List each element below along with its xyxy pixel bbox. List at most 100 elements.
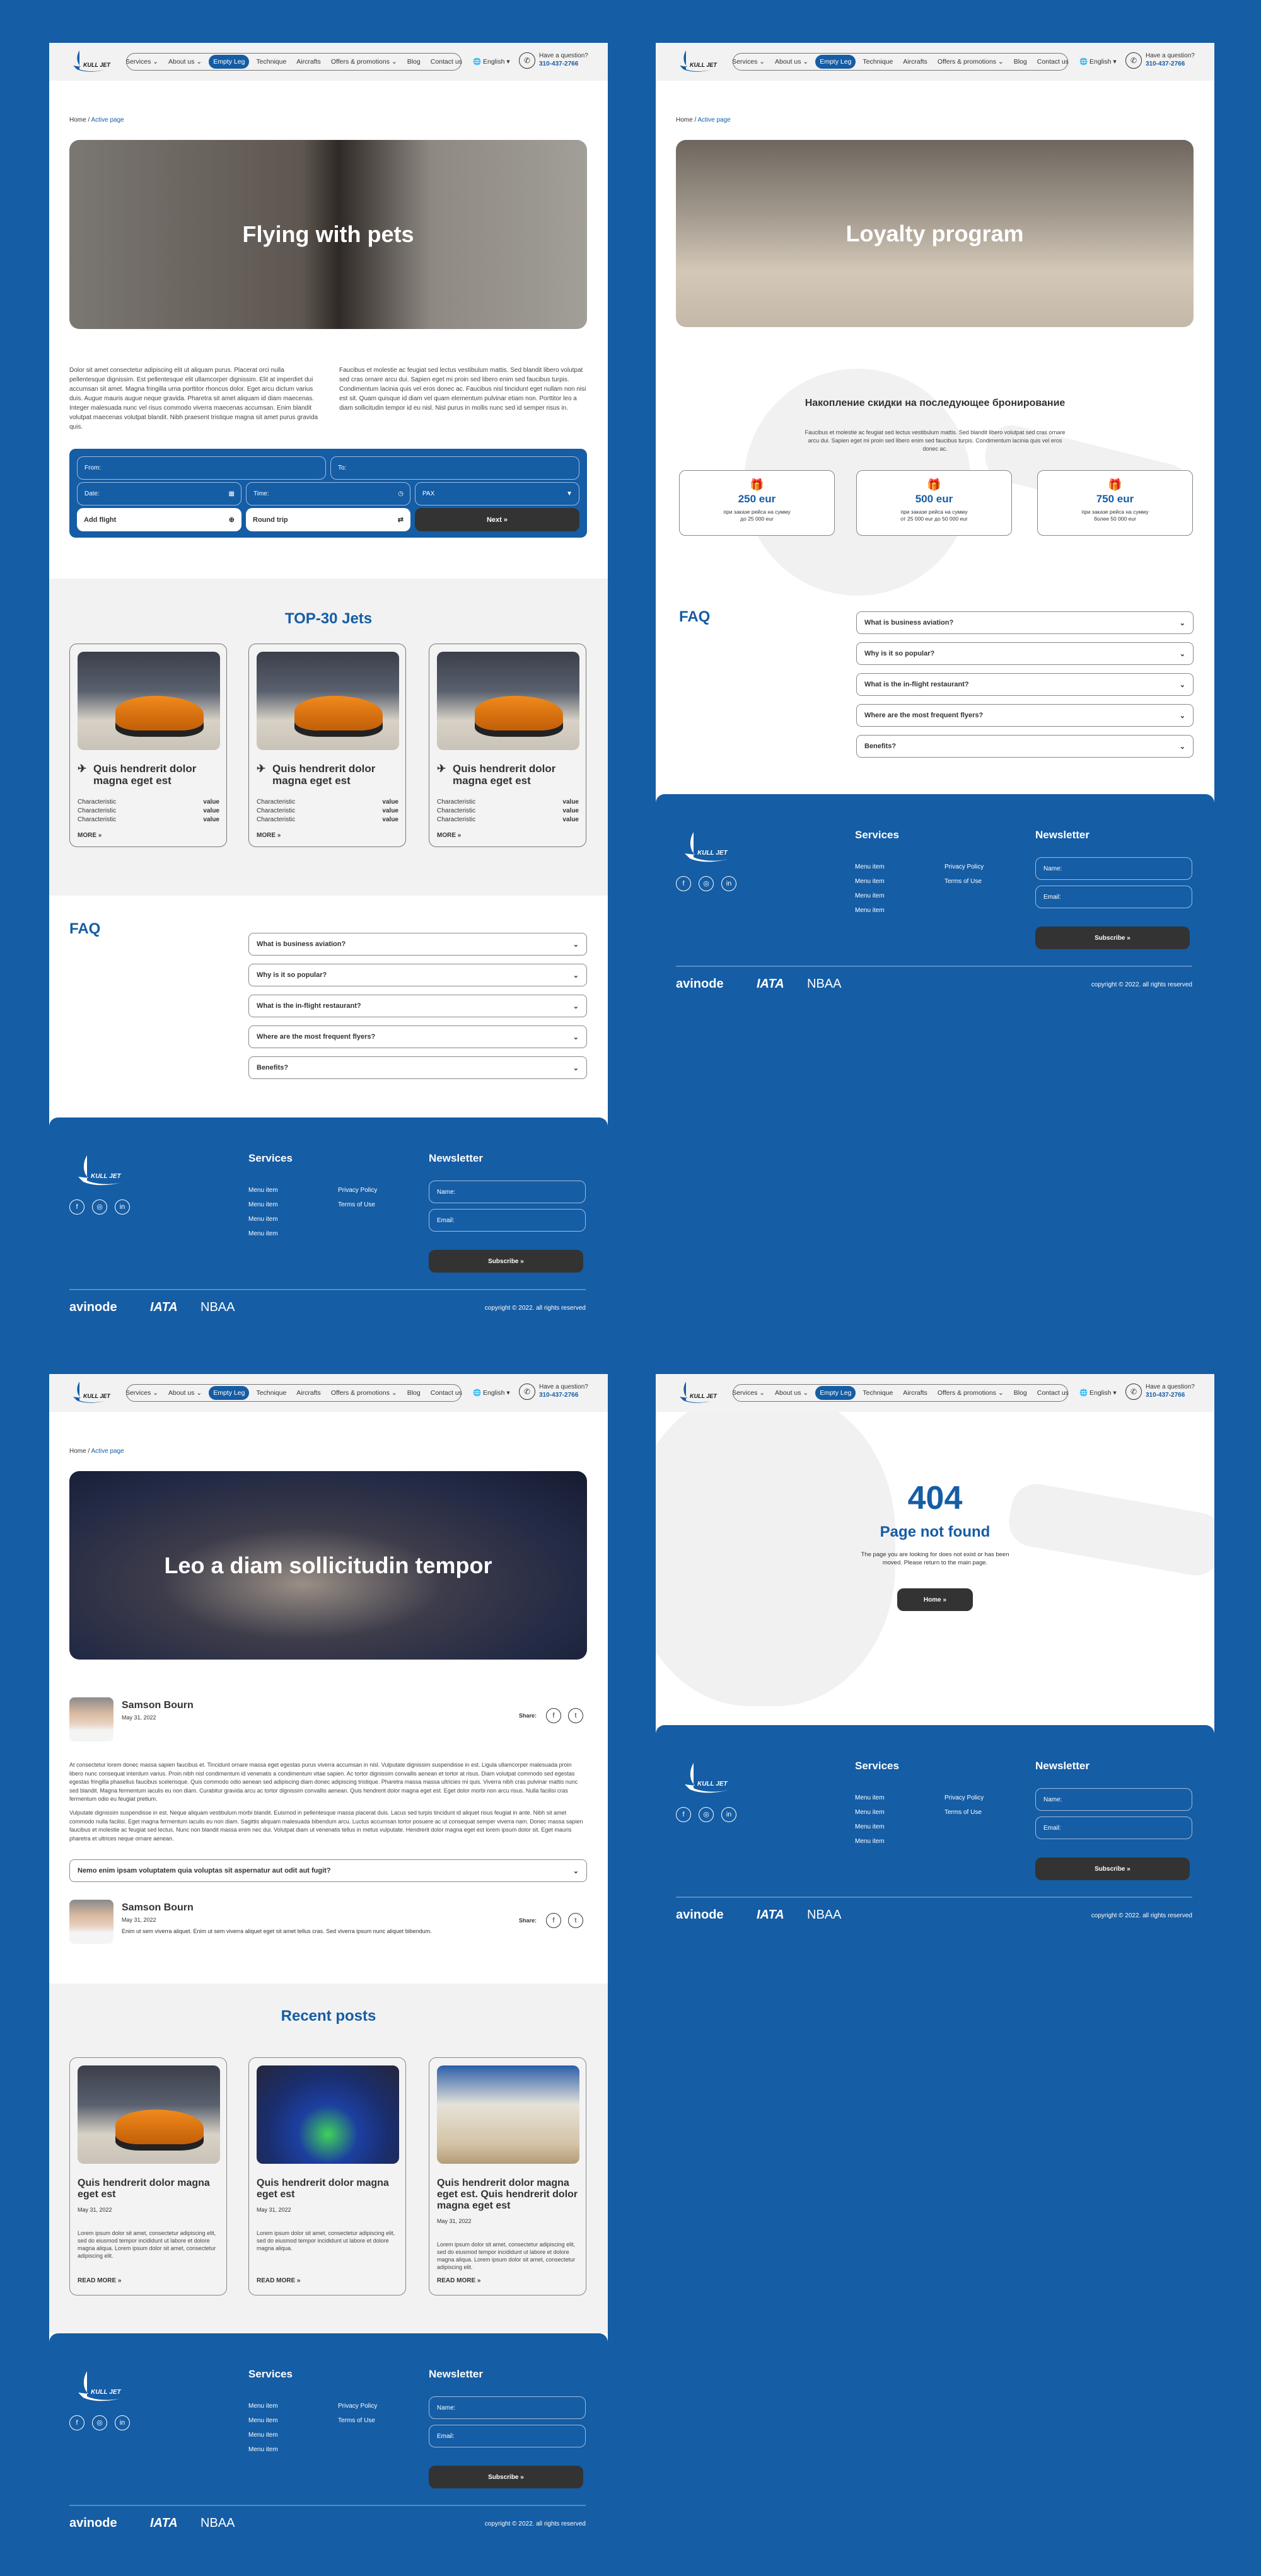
nav-technique[interactable]: Technique (253, 1387, 289, 1399)
read-more-link[interactable]: READ MORE » (78, 2277, 121, 2284)
facebook-icon[interactable]: f (676, 1807, 691, 1822)
breadcrumb-home[interactable]: Home (69, 1448, 86, 1455)
linkedin-icon[interactable]: in (115, 2415, 130, 2430)
read-more-link[interactable]: READ MORE » (437, 2277, 480, 2284)
footer-menu-item[interactable]: Menu item (248, 1216, 278, 1223)
footer-menu-item[interactable]: Menu item (855, 878, 885, 885)
breadcrumb-home[interactable]: Home (676, 117, 693, 124)
from-input[interactable]: From: (77, 456, 326, 480)
footer-menu-item[interactable]: Menu item (248, 2432, 278, 2439)
phone-number[interactable]: 310-437-2766 (539, 1391, 588, 1399)
breadcrumb-home[interactable]: Home (69, 117, 86, 124)
footer-menu-item[interactable]: Menu item (248, 2446, 278, 2453)
facebook-icon[interactable]: f (69, 1199, 84, 1215)
footer-logo[interactable]: KULL JET (676, 831, 733, 865)
nav-technique[interactable]: Technique (253, 56, 289, 67)
footer-menu-item[interactable]: Menu item (855, 892, 885, 899)
faq-item[interactable]: What is the in-flight restaurant? ⌄ (856, 673, 1194, 696)
footer-menu-item[interactable]: Menu item (248, 2417, 278, 2424)
footer-menu-item[interactable]: Menu item (855, 1809, 885, 1816)
linkedin-icon[interactable]: in (115, 1199, 130, 1215)
nav-offers[interactable]: Offers & promotions ⌄ (328, 56, 400, 67)
footer-menu-item[interactable]: Menu item (248, 1187, 278, 1194)
nav-aircrafts[interactable]: Aircrafts (293, 56, 324, 67)
footer-menu-item[interactable]: Menu item (248, 1230, 278, 1237)
nav-blog[interactable]: Blog (1011, 1387, 1030, 1399)
jet-card[interactable]: ✈ Quis hendrerit dolor magna eget est Cha… (248, 644, 406, 847)
date-input[interactable]: Date: ▦ (77, 482, 241, 505)
subscribe-button[interactable]: Subscribe » (429, 2466, 583, 2488)
phone-number[interactable]: 310-437-2766 (1146, 1391, 1195, 1399)
phone-icon[interactable]: ✆ (1125, 52, 1142, 69)
newsletter-name-input[interactable]: Name: (429, 2396, 586, 2419)
nav-aircrafts[interactable]: Aircrafts (900, 1387, 931, 1399)
instagram-icon[interactable]: ◎ (699, 876, 714, 891)
linkedin-icon[interactable]: in (721, 1807, 736, 1822)
terms-link[interactable]: Terms of Use (338, 2417, 375, 2424)
instagram-icon[interactable]: ◎ (92, 1199, 107, 1215)
language-selector[interactable]: 🌐 English ▾ (1079, 1389, 1117, 1397)
newsletter-email-input[interactable]: Email: (1035, 886, 1192, 908)
linkedin-icon[interactable]: in (721, 876, 736, 891)
add-flight-button[interactable]: Add flight ⊕ (77, 508, 241, 531)
nav-blog[interactable]: Blog (1011, 56, 1030, 67)
newsletter-email-input[interactable]: Email: (1035, 1816, 1192, 1839)
phone-icon[interactable]: ✆ (519, 52, 535, 69)
faq-item[interactable]: Benefits? ⌄ (856, 735, 1194, 758)
nav-about[interactable]: About us ⌄ (772, 1387, 811, 1399)
nav-offers[interactable]: Offers & promotions ⌄ (934, 1387, 1007, 1399)
share-twitter-icon[interactable]: t (568, 1913, 583, 1928)
footer-logo[interactable]: KULL JET (69, 2370, 126, 2405)
newsletter-email-input[interactable]: Email: (429, 1209, 586, 1232)
nav-aircrafts[interactable]: Aircrafts (900, 56, 931, 67)
phone-icon[interactable]: ✆ (1125, 1383, 1142, 1400)
nav-offers[interactable]: Offers & promotions ⌄ (934, 56, 1007, 67)
nav-aircrafts[interactable]: Aircrafts (293, 1387, 324, 1399)
nav-technique[interactable]: Technique (859, 56, 896, 67)
footer-menu-item[interactable]: Menu item (855, 907, 885, 914)
share-facebook-icon[interactable]: f (546, 1913, 561, 1928)
nav-blog[interactable]: Blog (404, 56, 424, 67)
kull-jet-logo[interactable]: KULL JET (673, 1379, 718, 1407)
faq-item[interactable]: What is the in-flight restaurant? ⌄ (248, 995, 587, 1017)
instagram-icon[interactable]: ◎ (699, 1807, 714, 1822)
newsletter-email-input[interactable]: Email: (429, 2425, 586, 2447)
terms-link[interactable]: Terms of Use (338, 1201, 375, 1208)
language-selector[interactable]: 🌐 English ▾ (473, 1389, 510, 1397)
footer-logo[interactable]: KULL JET (676, 1762, 733, 1796)
faq-item[interactable]: What is business aviation? ⌄ (248, 933, 587, 956)
faq-item[interactable]: What is business aviation? ⌄ (856, 611, 1194, 634)
jet-card[interactable]: ✈ Quis hendrerit dolor magna eget est Cha… (429, 644, 586, 847)
home-button[interactable]: Home » (897, 1588, 973, 1611)
faq-item[interactable]: Benefits? ⌄ (248, 1056, 587, 1079)
recent-post-card[interactable]: Quis hendrerit dolor magna eget est. Qui… (429, 2057, 586, 2296)
phone-number[interactable]: 310-437-2766 (539, 60, 588, 68)
privacy-policy-link[interactable]: Privacy Policy (338, 2403, 377, 2410)
faq-item[interactable]: Where are the most frequent flyers? ⌄ (856, 704, 1194, 727)
more-link[interactable]: MORE » (257, 832, 281, 839)
faq-item[interactable]: Why is it so popular? ⌄ (248, 964, 587, 986)
facebook-icon[interactable]: f (69, 2415, 84, 2430)
faq-item[interactable]: Where are the most frequent flyers? ⌄ (248, 1025, 587, 1048)
subscribe-button[interactable]: Subscribe » (429, 1250, 583, 1273)
to-input[interactable]: To: (330, 456, 579, 480)
recent-post-card[interactable]: Quis hendrerit dolor magna eget est May … (69, 2057, 227, 2296)
footer-menu-item[interactable]: Menu item (855, 1794, 885, 1801)
nav-offers[interactable]: Offers & promotions ⌄ (328, 1387, 400, 1399)
footer-menu-item[interactable]: Menu item (248, 1201, 278, 1208)
newsletter-name-input[interactable]: Name: (1035, 1788, 1192, 1811)
nav-empty-leg[interactable]: Empty Leg (209, 55, 250, 69)
nav-empty-leg[interactable]: Empty Leg (209, 1386, 250, 1400)
more-link[interactable]: MORE » (437, 832, 461, 839)
facebook-icon[interactable]: f (676, 876, 691, 891)
terms-link[interactable]: Terms of Use (944, 1809, 982, 1816)
footer-logo[interactable]: KULL JET (69, 1154, 126, 1189)
pax-select[interactable]: PAX ▼ (415, 482, 579, 505)
kull-jet-logo[interactable]: KULL JET (67, 1379, 111, 1407)
privacy-policy-link[interactable]: Privacy Policy (338, 1187, 377, 1194)
nav-contact[interactable]: Contact us (427, 56, 465, 67)
nav-services[interactable]: Services ⌄ (122, 56, 161, 67)
nav-contact[interactable]: Contact us (1034, 56, 1072, 67)
kull-jet-logo[interactable]: KULL JET (67, 48, 111, 76)
nav-about[interactable]: About us ⌄ (165, 1387, 205, 1399)
